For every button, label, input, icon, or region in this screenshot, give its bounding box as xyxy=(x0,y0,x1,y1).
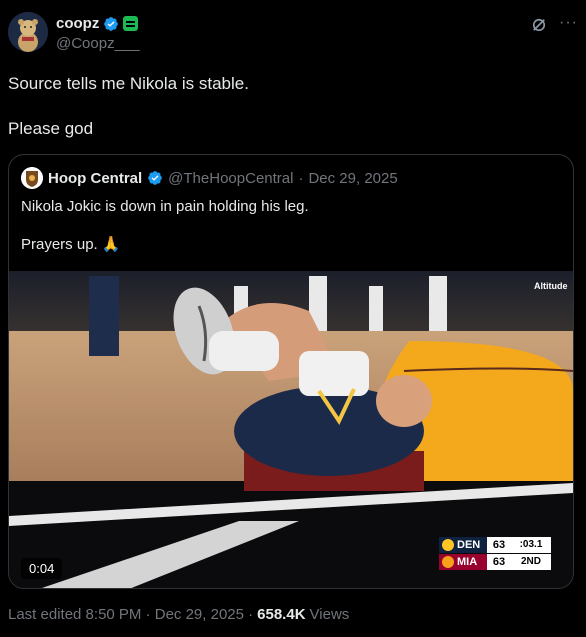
video-player[interactable]: Altitude 0:04 DEN 63 :03.1 MIA 63 2ND xyxy=(9,271,573,588)
video-duration: 0:04 xyxy=(21,558,63,579)
verified-badge-icon xyxy=(148,171,163,185)
quoted-display-name: Hoop Central xyxy=(48,169,143,187)
quoted-text: Nikola Jokic is down in pain holding his… xyxy=(21,197,309,273)
tweet-line: Please god xyxy=(8,119,94,138)
quoted-handle: @TheHoopCentral xyxy=(168,169,294,187)
author-display-name[interactable]: coopz xyxy=(56,15,99,32)
quoted-tweet[interactable]: Hoop Central @TheHoopCentral · Dec 29, 2… xyxy=(8,154,574,589)
grok-icon[interactable] xyxy=(530,16,548,34)
tweet-header: coopz @Coopz___ ··· xyxy=(8,12,578,56)
game-quarter: 2ND xyxy=(511,554,551,570)
views-label: Views xyxy=(309,606,350,623)
scorebug-row-den: DEN 63 :03.1 xyxy=(439,537,551,553)
heat-logo-icon xyxy=(442,556,454,568)
quoted-avatar xyxy=(21,167,43,189)
nuggets-logo-icon xyxy=(442,539,454,551)
tweet-line: Source tells me Nikola is stable. xyxy=(8,74,249,93)
team2-abbr: MIA xyxy=(457,556,478,568)
tweet-text: Source tells me Nikola is stable. Please… xyxy=(8,72,249,162)
team1-score: 63 xyxy=(487,537,511,553)
scorebug-row-mia: MIA 63 2ND xyxy=(439,554,551,570)
quoted-header: Hoop Central @TheHoopCentral · Dec 29, 2… xyxy=(21,167,398,189)
broadcaster-logo: Altitude xyxy=(534,281,568,291)
quoted-date: Dec 29, 2025 xyxy=(308,169,398,187)
team1-abbr: DEN xyxy=(457,539,481,551)
quoted-line: Nikola Jokic is down in pain holding his… xyxy=(21,198,309,215)
author-handle[interactable]: @Coopz___ xyxy=(56,35,140,52)
team2-score: 63 xyxy=(487,554,511,570)
quoted-line: Prayers up. 🙏 xyxy=(21,236,121,253)
scorebug: DEN 63 :03.1 MIA 63 2ND xyxy=(439,537,559,571)
more-options-icon[interactable]: ··· xyxy=(559,14,578,32)
verified-badge-icon xyxy=(104,16,119,31)
edited-timestamp[interactable]: Last edited 8:50 PM · Dec 29, 2025 · xyxy=(8,606,253,623)
meta-separator: · xyxy=(298,169,304,187)
author-avatar[interactable] xyxy=(8,12,48,52)
tweet-footer: Last edited 8:50 PM · Dec 29, 2025 · 658… xyxy=(8,606,349,623)
game-clock: :03.1 xyxy=(511,537,551,553)
views-count: 658.4K xyxy=(257,606,306,623)
author-name-row: coopz xyxy=(56,15,139,32)
affiliate-badge-icon xyxy=(123,16,139,31)
